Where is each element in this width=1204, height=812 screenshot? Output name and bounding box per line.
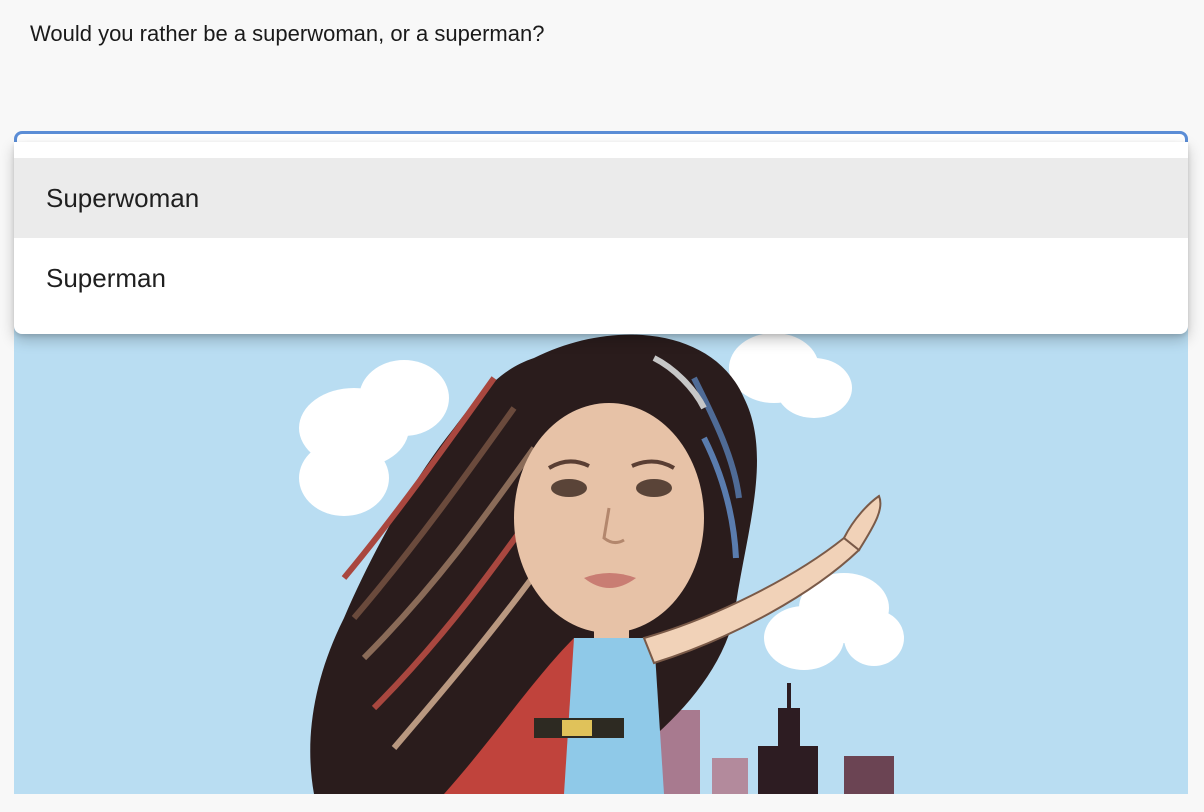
option-superman[interactable]: Superman	[14, 238, 1188, 318]
survey-page: Would you rather be a superwoman, or a s…	[0, 0, 1204, 812]
superwoman-illustration	[14, 318, 1188, 794]
option-superwoman[interactable]: Superwoman	[14, 158, 1188, 238]
options-dropdown: Superwoman Superman	[14, 142, 1188, 334]
question-text: Would you rather be a superwoman, or a s…	[30, 21, 545, 46]
